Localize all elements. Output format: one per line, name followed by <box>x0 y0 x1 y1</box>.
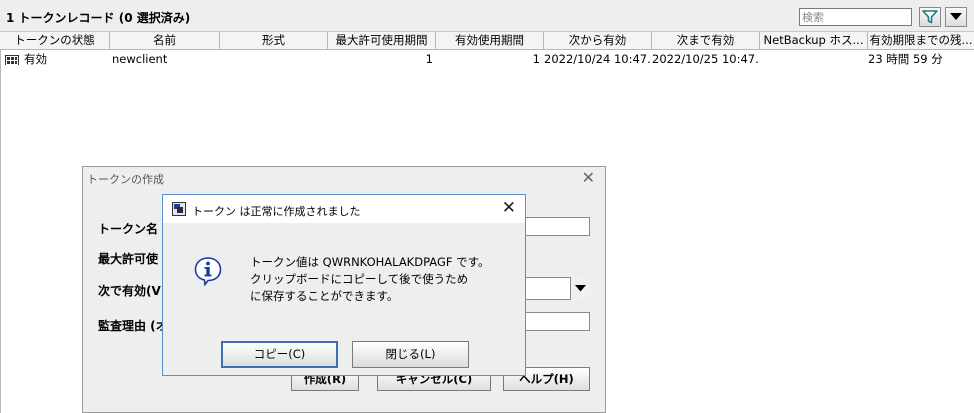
message-line-3: に保存することができます。 <box>250 289 399 303</box>
cell-valid-until: 2022/10/25 10:47... <box>652 52 760 66</box>
table-header: トークンの状態 名前 形式 最大許可使用期間 有効使用期間 次から有効 次まで有… <box>0 32 974 50</box>
cell-status: 有効 <box>24 52 47 66</box>
cell-valid-uses: 1 <box>532 52 540 66</box>
table-row[interactable]: 有効 newclient 1 1 2022/10/24 10:47... 202… <box>0 51 974 68</box>
table-left-border <box>0 50 1 413</box>
reason-label: 監査理由 (オ <box>98 319 168 333</box>
search-input[interactable] <box>799 8 912 26</box>
filter-button[interactable] <box>919 7 941 27</box>
dialog-title-bar: トークン は正常に作成されました ✕ <box>163 195 525 223</box>
copy-button[interactable]: コピー(C) <box>221 341 338 368</box>
chevron-down-icon <box>575 285 586 292</box>
column-header-valid-uses[interactable]: 有効使用期間 <box>436 32 544 50</box>
cell-max-uses: 1 <box>425 52 433 66</box>
close-icon[interactable]: ✕ <box>502 198 516 218</box>
cell-valid-from: 2022/10/24 10:47... <box>544 52 652 66</box>
app-icon <box>172 202 186 219</box>
column-header-type[interactable]: 形式 <box>220 32 328 50</box>
close-button[interactable]: 閉じる(L) <box>352 341 469 368</box>
column-header-valid-from[interactable]: 次から有効 <box>544 32 652 50</box>
column-header-time-left[interactable]: 有効期限までの残... <box>868 32 974 50</box>
menu-dropdown-button[interactable] <box>945 7 967 27</box>
column-header-name[interactable]: 名前 <box>110 32 220 50</box>
column-header-status[interactable]: トークンの状態 <box>0 32 110 50</box>
max-uses-label: 最大許可使 <box>98 252 159 266</box>
token-name-field[interactable] <box>523 217 590 236</box>
column-header-max-uses[interactable]: 最大許可使用期間 <box>328 32 436 50</box>
info-icon <box>193 256 223 289</box>
record-count: 1 トークンレコード (0 選択済み) <box>6 11 191 25</box>
create-dialog-title: トークンの作成 <box>87 173 164 186</box>
column-header-host[interactable]: NetBackup ホス... <box>760 32 868 50</box>
close-icon[interactable]: ✕ <box>582 168 595 187</box>
chevron-down-icon <box>950 13 962 20</box>
column-header-valid-until[interactable]: 次まで有効 <box>652 32 760 50</box>
toolbar: 1 トークンレコード (0 選択済み) <box>0 0 974 32</box>
reason-field[interactable] <box>523 312 590 331</box>
message-line-2: クリップボードにコピーして後で使うため <box>250 272 469 286</box>
cell-time-left: 23 時間 59 分 <box>868 52 943 66</box>
filter-icon <box>922 10 938 24</box>
message-dialog-title: トークン は正常に作成されました <box>192 205 361 218</box>
token-name-label: トークン名 <box>98 222 159 236</box>
token-created-dialog: トークン は正常に作成されました ✕ トークン値は QWRNKOHALAKDPA… <box>162 194 526 376</box>
message-line-1: トークン値は QWRNKOHALAKDPAGF です。 <box>250 255 490 269</box>
cell-name: newclient <box>112 52 168 66</box>
valid-for-dropdown-button[interactable] <box>570 277 590 300</box>
token-icon <box>5 54 19 65</box>
valid-for-label: 次で有効(V <box>98 284 161 298</box>
